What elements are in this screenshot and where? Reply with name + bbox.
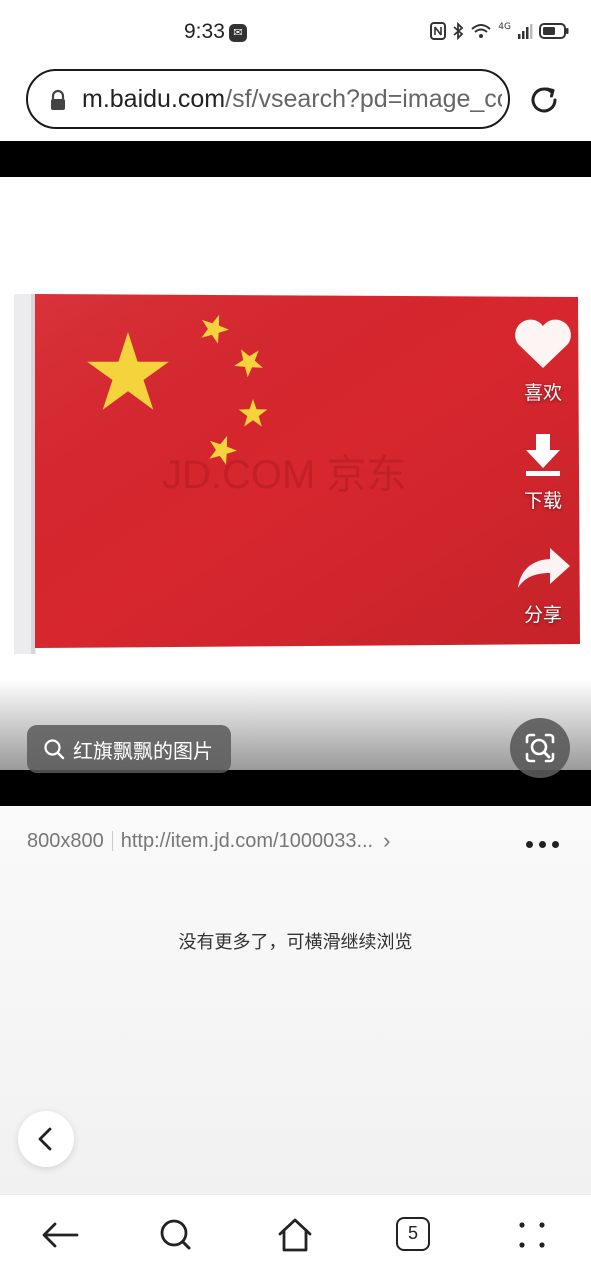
download-icon — [526, 434, 560, 476]
image-meta-row[interactable]: 800x800 http://item.jd.com/1000033... › — [27, 828, 457, 854]
home-icon[interactable] — [273, 1213, 317, 1257]
status-time: 9:33 — [184, 20, 225, 43]
share-icon — [518, 548, 570, 588]
bluetooth-icon — [453, 22, 464, 40]
status-icons: 4G — [430, 22, 569, 40]
related-search-text: 红旗飘飘的图片 — [73, 738, 213, 763]
address-bar[interactable]: m.baidu.com/sf/vsearch?pd=image_content&… — [26, 69, 510, 129]
share-button[interactable]: 分享 — [510, 544, 576, 627]
meta-divider — [111, 831, 113, 851]
heart-icon — [515, 319, 571, 368]
battery-icon — [539, 23, 569, 39]
search-icon — [44, 739, 65, 760]
more-dot — [539, 840, 546, 848]
image-dimensions: 800x800 — [27, 829, 104, 852]
search-icon[interactable] — [154, 1213, 198, 1257]
viewer-band-top — [0, 141, 591, 177]
tab-count: 5 — [396, 1217, 430, 1251]
reload-icon[interactable] — [526, 82, 562, 118]
back-arrow-icon[interactable] — [37, 1213, 81, 1257]
more-options-button[interactable] — [526, 834, 564, 854]
more-dot — [552, 840, 559, 848]
related-search-chip[interactable]: 红旗飘飘的图片 — [27, 725, 231, 773]
more-dot — [526, 840, 533, 848]
share-label: 分享 — [523, 604, 562, 626]
menu-dots-icon[interactable] — [510, 1213, 554, 1257]
image-source-link[interactable]: http://item.jd.com/1000033... — [121, 830, 373, 853]
like-label: 喜欢 — [523, 382, 562, 404]
url-domain: m.baidu.com — [82, 85, 226, 113]
bottom-navigation: 5 — [0, 1194, 591, 1280]
lock-icon — [51, 89, 65, 110]
signal-icon — [518, 24, 533, 39]
notification-icon: ✉ — [229, 24, 247, 42]
chevron-left-icon — [38, 1127, 52, 1151]
network-type: 4G — [498, 22, 511, 32]
url-text[interactable]: m.baidu.com/sf/vsearch?pd=image_content&… — [82, 85, 502, 114]
download-label: 下载 — [523, 490, 562, 512]
end-of-results-note: 没有更多了，可横滑继续浏览 — [178, 932, 413, 953]
url-path: /sf/vsearch?pd=image_content&atn=mediacy — [225, 85, 502, 113]
image-search-button[interactable] — [510, 718, 570, 778]
like-button[interactable]: 喜欢 — [510, 318, 576, 405]
flag-sleeve-edge — [31, 294, 35, 654]
tabs-button[interactable]: 5 — [391, 1213, 435, 1257]
download-button[interactable]: 下载 — [510, 430, 576, 513]
status-bar: 9:33 ✉ 4G — [0, 0, 591, 64]
wifi-icon — [471, 24, 491, 38]
scan-icon — [525, 733, 555, 763]
nfc-icon — [430, 22, 447, 40]
viewer-band-bottom — [0, 770, 591, 806]
image-info-panel — [0, 806, 591, 1194]
watermark-text: JD.COM 京东 — [162, 453, 406, 497]
previous-image-button[interactable] — [18, 1111, 74, 1167]
flag-image[interactable]: JD.COM 京东 — [14, 292, 580, 654]
chevron-right-icon: › — [383, 828, 391, 853]
